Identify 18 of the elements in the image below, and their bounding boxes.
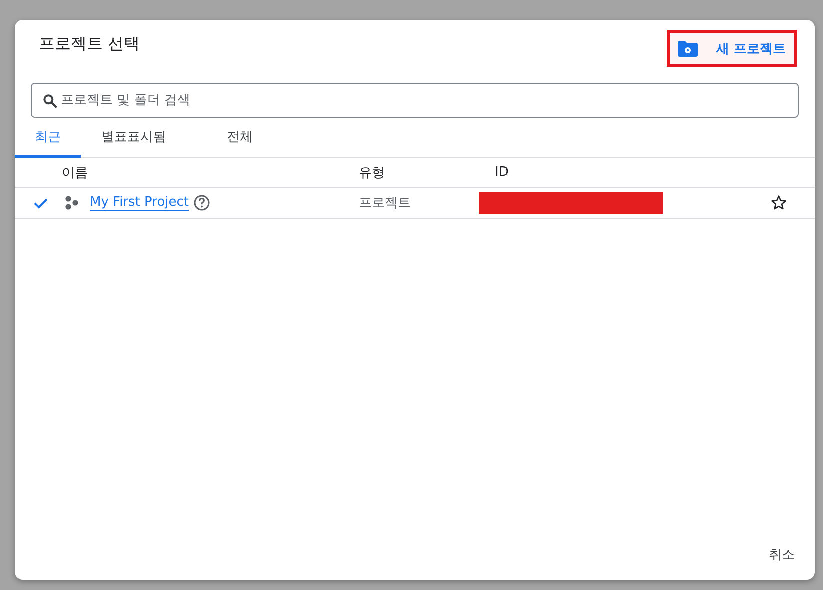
search-icon — [42, 93, 58, 109]
table-cell-text: 프로젝트 — [359, 195, 412, 212]
project-icon — [65, 196, 79, 210]
tab[interactable]: 최근 — [15, 124, 81, 158]
column-header: ID — [494, 165, 510, 180]
star-icon[interactable] — [771, 195, 787, 211]
tab[interactable]: 전체 — [187, 124, 293, 158]
check-icon — [34, 198, 48, 208]
search-field[interactable]: 프로젝트 및 폴더 검색 — [31, 83, 799, 118]
cancel-button[interactable]: 취소 — [761, 540, 803, 570]
tab[interactable]: 별표표시됨 — [81, 124, 187, 158]
table-row[interactable]: My First Project 프로젝트 — [15, 188, 815, 219]
column-header: 유형 — [359, 164, 386, 182]
project-link[interactable]: My First Project — [90, 195, 190, 211]
dialog-title: 프로젝트 선택 — [39, 34, 140, 55]
column-header: 이름 — [62, 164, 89, 182]
help-icon[interactable] — [194, 195, 210, 211]
new-project-button[interactable]: 새 프로젝트 — [667, 30, 797, 67]
